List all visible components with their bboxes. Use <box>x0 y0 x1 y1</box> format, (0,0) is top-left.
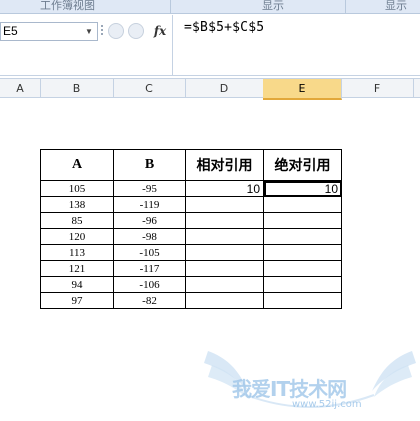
cell[interactable] <box>185 212 264 229</box>
cell[interactable]: -95 <box>113 180 186 197</box>
cell[interactable] <box>263 260 342 277</box>
cell[interactable] <box>185 196 264 213</box>
cell[interactable] <box>185 260 264 277</box>
column-header-e[interactable]: E <box>263 79 342 100</box>
table-row: 94 -106 <box>40 276 342 293</box>
ribbon-group-show: 显示 <box>262 0 284 12</box>
watermark-text: 我爱IT技术网 <box>232 377 347 401</box>
column-header-a[interactable]: A <box>0 79 41 98</box>
cell[interactable]: 97 <box>40 292 114 309</box>
ribbon-divider <box>170 0 171 14</box>
ribbon-group-labels: 工作簿视图 显示 显示 <box>0 0 420 14</box>
cell[interactable]: 94 <box>40 276 114 293</box>
ribbon-divider <box>345 0 346 14</box>
table-row: 121 -117 <box>40 260 342 277</box>
cell[interactable] <box>185 292 264 309</box>
cell[interactable] <box>263 228 342 245</box>
cell[interactable]: 121 <box>40 260 114 277</box>
cell[interactable]: -117 <box>113 260 186 277</box>
header-cell-relative-ref[interactable]: 相对引用 <box>185 149 264 181</box>
enter-icon[interactable] <box>128 23 144 39</box>
cell[interactable]: -106 <box>113 276 186 293</box>
active-cell[interactable]: 10 <box>263 180 342 197</box>
table-row: 85 -96 <box>40 212 342 229</box>
column-header-c[interactable]: C <box>113 79 186 98</box>
cell[interactable] <box>263 212 342 229</box>
cancel-icon[interactable] <box>108 23 124 39</box>
cell[interactable] <box>263 244 342 261</box>
table-row: 120 -98 <box>40 228 342 245</box>
header-cell-b[interactable]: B <box>113 149 186 181</box>
cell[interactable]: 120 <box>40 228 114 245</box>
table-header-row: A B 相对引用 绝对引用 <box>40 149 342 181</box>
cell[interactable] <box>263 276 342 293</box>
cell[interactable] <box>185 228 264 245</box>
table-row: 138 -119 <box>40 196 342 213</box>
insert-function-icon[interactable]: fx <box>151 22 169 41</box>
header-cell-absolute-ref[interactable]: 绝对引用 <box>263 149 342 181</box>
cell[interactable] <box>185 276 264 293</box>
table-row: 113 -105 <box>40 244 342 261</box>
cell[interactable]: -119 <box>113 196 186 213</box>
header-cell-a[interactable]: A <box>40 149 114 181</box>
column-header-row: A B C D E F <box>0 78 420 100</box>
cell[interactable]: -105 <box>113 244 186 261</box>
cell[interactable] <box>263 196 342 213</box>
cell[interactable]: -98 <box>113 228 186 245</box>
data-table: A B 相对引用 绝对引用 105 -95 10 10 138 -119 85 … <box>40 149 342 309</box>
cell[interactable]: 10 <box>185 180 264 197</box>
cell[interactable]: -82 <box>113 292 186 309</box>
formula-text: =$B$5+$C$5 <box>184 20 265 35</box>
column-header-d[interactable]: D <box>185 79 264 98</box>
table-row: 97 -82 <box>40 292 342 309</box>
cell[interactable] <box>263 292 342 309</box>
cell[interactable]: 105 <box>40 180 114 197</box>
ribbon-group-show-2: 显示 <box>385 0 407 12</box>
ribbon-group-workbook-views: 工作簿视图 <box>40 0 95 12</box>
cell[interactable]: 85 <box>40 212 114 229</box>
table-row: 105 -95 10 10 <box>40 180 342 197</box>
cell[interactable]: 138 <box>40 196 114 213</box>
cell[interactable]: -96 <box>113 212 186 229</box>
column-header-f[interactable]: F <box>341 79 414 98</box>
chevron-down-icon[interactable]: ▼ <box>82 22 96 41</box>
cell[interactable]: 113 <box>40 244 114 261</box>
cell[interactable] <box>185 244 264 261</box>
watermark-url: www.52ij.com <box>292 399 362 410</box>
column-header-b[interactable]: B <box>40 79 114 98</box>
